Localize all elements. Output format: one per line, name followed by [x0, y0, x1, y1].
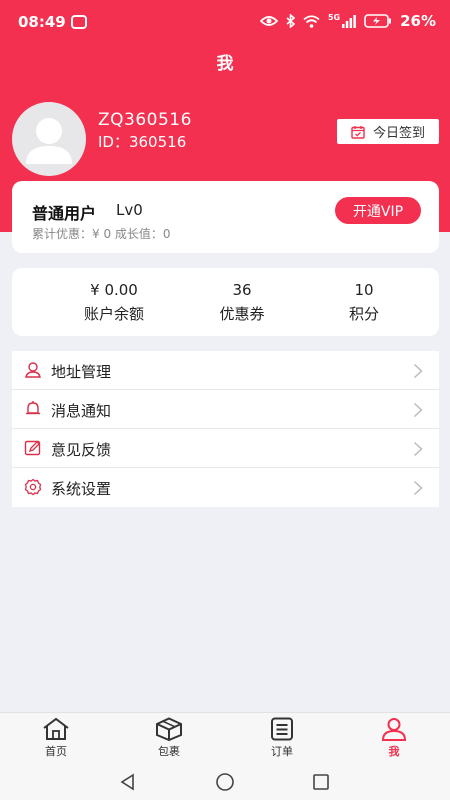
membership-card: 普通用户 Lv0 累计优惠：¥ 0 成长值：0 开通VIP — [12, 181, 439, 253]
home-icon — [43, 717, 69, 740]
stat-label: 账户余额 — [83, 305, 144, 323]
member-summary: 累计优惠：¥ 0 成长值：0 — [32, 227, 171, 241]
account-stats-card: ¥ 0.00 账户余额 36 优惠券 10 积分 — [12, 268, 439, 336]
chevron-right-icon — [413, 363, 423, 379]
address-icon — [25, 362, 41, 378]
feedback-icon — [24, 440, 41, 456]
chevron-right-icon — [413, 441, 423, 457]
bell-icon — [26, 401, 40, 415]
bluetooth-icon — [286, 14, 295, 28]
chevron-right-icon — [413, 480, 423, 496]
tab-label: 我 — [388, 745, 400, 758]
home-button-icon[interactable] — [215, 772, 235, 792]
chevron-right-icon — [413, 402, 423, 418]
menu-item-feedback[interactable]: 意见反馈 — [12, 429, 439, 468]
menu-item-notifications[interactable]: 消息通知 — [12, 390, 439, 429]
eye-icon — [259, 16, 278, 26]
settings-menu: 地址管理 消息通知 意见反馈 系统设置 — [12, 351, 439, 507]
menu-label: 系统设置 — [51, 480, 112, 498]
tab-home[interactable]: 首页 — [26, 717, 86, 759]
tab-label: 首页 — [45, 745, 67, 758]
order-icon — [271, 717, 293, 741]
bottom-tab-bar: 首页 包裹 订单 我 — [0, 712, 450, 764]
profile-icon — [381, 718, 407, 741]
page-title: 我 — [216, 54, 234, 74]
battery-charging-icon — [364, 14, 392, 28]
stat-label: 优惠券 — [219, 305, 265, 323]
stat-value: ¥ 0.00 — [90, 281, 138, 299]
menu-label: 消息通知 — [51, 402, 112, 420]
system-navigation-bar — [0, 764, 450, 800]
stat-value: 36 — [232, 281, 252, 299]
signin-label: 今日签到 — [372, 126, 425, 141]
menu-label: 地址管理 — [51, 363, 112, 381]
status-time: 08:49 — [18, 13, 66, 31]
tab-package[interactable]: 包裹 — [139, 717, 199, 759]
open-vip-button[interactable]: 开通VIP — [335, 197, 421, 224]
member-level-name: 普通用户 — [32, 204, 97, 223]
menu-item-settings[interactable]: 系统设置 — [12, 468, 439, 507]
avatar[interactable] — [12, 102, 86, 176]
stat-label: 积分 — [348, 305, 379, 323]
member-level: Lv0 — [116, 201, 143, 219]
stat-points[interactable]: 10 积分 — [304, 281, 424, 324]
stat-value: 10 — [354, 281, 374, 299]
recent-apps-icon[interactable] — [311, 772, 331, 792]
username: ZQ360516 — [98, 110, 192, 130]
tab-label: 订单 — [271, 745, 293, 758]
daily-signin-button[interactable]: 今日签到 — [337, 119, 439, 144]
network-type: 5G — [327, 12, 341, 22]
tab-orders[interactable]: 订单 — [252, 717, 312, 759]
package-icon — [156, 717, 182, 741]
battery-level: 26% — [400, 12, 436, 30]
user-id: ID：360516 — [98, 133, 187, 151]
status-bar: 08:49 5G 26% — [0, 0, 450, 44]
back-icon[interactable] — [118, 772, 138, 792]
signal-icon — [342, 14, 356, 28]
calendar-icon — [351, 125, 365, 139]
wifi-icon — [303, 14, 320, 28]
user-avatar-icon — [26, 118, 72, 164]
stat-coupons[interactable]: 36 优惠券 — [182, 281, 302, 324]
tab-label: 包裹 — [158, 745, 180, 758]
menu-item-address[interactable]: 地址管理 — [12, 351, 439, 390]
menu-label: 意见反馈 — [51, 441, 112, 459]
stat-balance[interactable]: ¥ 0.00 账户余额 — [54, 281, 174, 324]
chat-notification-icon — [71, 15, 87, 29]
tab-profile[interactable]: 我 — [364, 717, 424, 759]
settings-icon — [24, 478, 42, 496]
